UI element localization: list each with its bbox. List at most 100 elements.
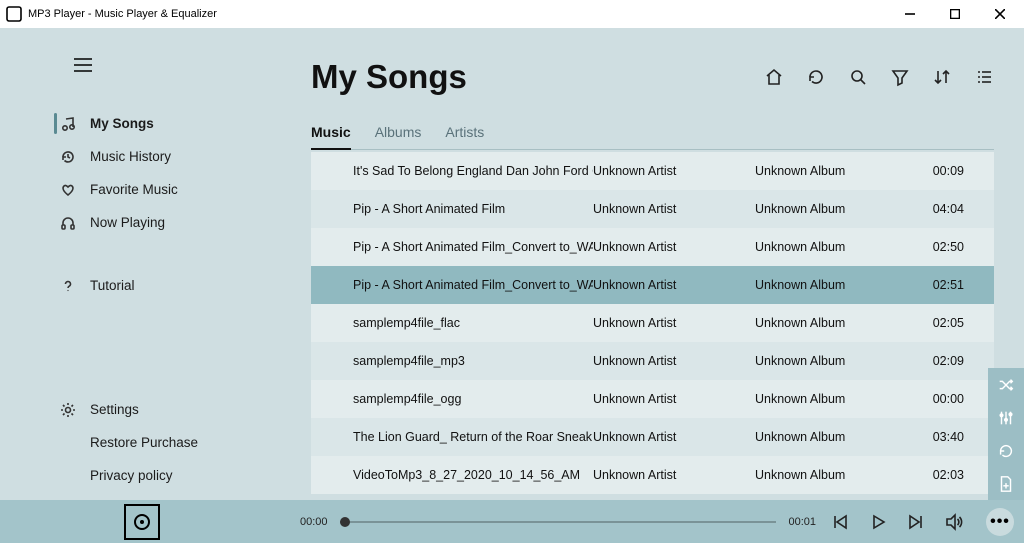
song-album: Unknown Album: [755, 316, 908, 330]
song-artist: Unknown Artist: [593, 278, 755, 292]
song-title: Pip - A Short Animated Film_Convert to_W…: [311, 240, 593, 254]
shuffle-icon[interactable]: [988, 368, 1024, 401]
search-icon[interactable]: [848, 67, 868, 87]
song-row[interactable]: Pip - A Short Animated FilmUnknown Artis…: [311, 190, 994, 228]
heart-icon: [60, 182, 76, 198]
playbar: 00:00 00:01 •••: [0, 500, 1024, 543]
song-duration: 02:09: [908, 354, 978, 368]
header-toolbar: [764, 67, 994, 87]
song-title: samplemp4file_mp3: [311, 354, 593, 368]
equalizer-icon[interactable]: [988, 401, 1024, 434]
home-icon[interactable]: [764, 67, 784, 87]
sidebar-item-label: Now Playing: [90, 215, 165, 230]
song-row[interactable]: The Lion Guard_ Return of the Roar Sneak…: [311, 418, 994, 456]
sort-icon[interactable]: [932, 67, 952, 87]
song-row[interactable]: samplemp4file_flacUnknown ArtistUnknown …: [311, 304, 994, 342]
song-artist: Unknown Artist: [593, 354, 755, 368]
song-duration: 03:40: [908, 430, 978, 444]
song-album: Unknown Album: [755, 278, 908, 292]
song-title: samplemp4file_flac: [311, 316, 593, 330]
song-title: Pip - A Short Animated Film_Convert to_W…: [311, 278, 593, 292]
song-album: Unknown Album: [755, 164, 908, 178]
song-title: The Lion Guard_ Return of the Roar Sneak…: [311, 430, 593, 444]
song-list: It's Sad To Belong England Dan John Ford…: [311, 152, 994, 494]
more-label: •••: [990, 513, 1010, 531]
song-title: VideoToMp3_8_27_2020_10_14_56_AM: [311, 468, 593, 482]
volume-button[interactable]: [944, 512, 964, 532]
sidebar-item-my-songs[interactable]: My Songs: [0, 107, 281, 140]
sidebar-item-restore-purchase[interactable]: Restore Purchase: [0, 426, 281, 459]
close-button[interactable]: [977, 0, 1022, 28]
sidebar-item-label: My Songs: [90, 116, 154, 131]
sidebar-item-label: Favorite Music: [90, 182, 178, 197]
sidebar-item-now-playing[interactable]: Now Playing: [0, 206, 281, 239]
page-title: My Songs: [311, 58, 467, 96]
song-row[interactable]: VideoToMp3_8_27_2020_10_14_56_AMUnknown …: [311, 456, 994, 494]
song-duration: 04:04: [908, 202, 978, 216]
content-area: My Songs Music Albums Artists It's Sad T…: [281, 28, 1024, 500]
play-button[interactable]: [868, 512, 888, 532]
question-icon: [60, 278, 76, 294]
song-row[interactable]: Pip - A Short Animated Film_Convert to_W…: [311, 228, 994, 266]
tab-artists[interactable]: Artists: [445, 124, 484, 149]
song-album: Unknown Album: [755, 430, 908, 444]
maximize-button[interactable]: [932, 0, 977, 28]
loop-icon[interactable]: [988, 434, 1024, 467]
gear-icon: [60, 402, 76, 418]
song-artist: Unknown Artist: [593, 430, 755, 444]
filter-icon[interactable]: [890, 67, 910, 87]
song-row[interactable]: Pip - A Short Animated Film_Convert to_W…: [311, 266, 994, 304]
sidebar-item-label: Tutorial: [90, 278, 135, 293]
song-duration: 02:50: [908, 240, 978, 254]
song-artist: Unknown Artist: [593, 240, 755, 254]
sidebar-item-label: Music History: [90, 149, 171, 164]
history-icon: [60, 149, 76, 165]
song-title: It's Sad To Belong England Dan John Ford…: [311, 164, 593, 178]
window-title: MP3 Player - Music Player & Equalizer: [28, 8, 887, 20]
seek-bar[interactable]: [340, 521, 777, 523]
song-artist: Unknown Artist: [593, 392, 755, 406]
right-toolbar: [988, 368, 1024, 500]
song-duration: 02:05: [908, 316, 978, 330]
headphones-icon: [60, 215, 76, 231]
tab-music[interactable]: Music: [311, 124, 351, 150]
add-file-icon[interactable]: [988, 467, 1024, 500]
song-duration: 00:09: [908, 164, 978, 178]
song-duration: 02:51: [908, 278, 978, 292]
refresh-icon[interactable]: [806, 67, 826, 87]
song-artist: Unknown Artist: [593, 164, 755, 178]
song-album: Unknown Album: [755, 392, 908, 406]
app-icon: [6, 6, 22, 22]
tab-albums[interactable]: Albums: [375, 124, 422, 149]
more-button[interactable]: •••: [986, 508, 1014, 536]
song-duration: 00:00: [908, 392, 978, 406]
next-button[interactable]: [906, 512, 926, 532]
song-title: Pip - A Short Animated Film: [311, 202, 593, 216]
sidebar-item-music-history[interactable]: Music History: [0, 140, 281, 173]
song-album: Unknown Album: [755, 354, 908, 368]
blank-icon: [60, 435, 76, 451]
seek-thumb[interactable]: [340, 517, 350, 527]
tabs: Music Albums Artists: [311, 124, 994, 150]
previous-button[interactable]: [830, 512, 850, 532]
song-row[interactable]: It's Sad To Belong England Dan John Ford…: [311, 152, 994, 190]
sidebar-item-settings[interactable]: Settings: [0, 393, 281, 426]
hamburger-icon[interactable]: [74, 58, 281, 77]
song-row[interactable]: samplemp4file_mp3Unknown ArtistUnknown A…: [311, 342, 994, 380]
song-artist: Unknown Artist: [593, 202, 755, 216]
music-note-icon: [60, 116, 76, 132]
sidebar-item-tutorial[interactable]: Tutorial: [0, 269, 281, 302]
sidebar-item-privacy-policy[interactable]: Privacy policy: [0, 459, 281, 492]
song-artist: Unknown Artist: [593, 316, 755, 330]
minimize-button[interactable]: [887, 0, 932, 28]
album-art-placeholder[interactable]: [124, 504, 160, 540]
sidebar-item-favorite-music[interactable]: Favorite Music: [0, 173, 281, 206]
sidebar-item-label: Privacy policy: [90, 468, 173, 483]
sidebar-item-label: Restore Purchase: [90, 435, 198, 450]
time-elapsed: 00:00: [300, 516, 328, 528]
song-artist: Unknown Artist: [593, 468, 755, 482]
list-settings-icon[interactable]: [974, 67, 994, 87]
sidebar: My Songs Music History Favorite Music No…: [0, 28, 281, 500]
song-row[interactable]: samplemp4file_oggUnknown ArtistUnknown A…: [311, 380, 994, 418]
song-album: Unknown Album: [755, 202, 908, 216]
